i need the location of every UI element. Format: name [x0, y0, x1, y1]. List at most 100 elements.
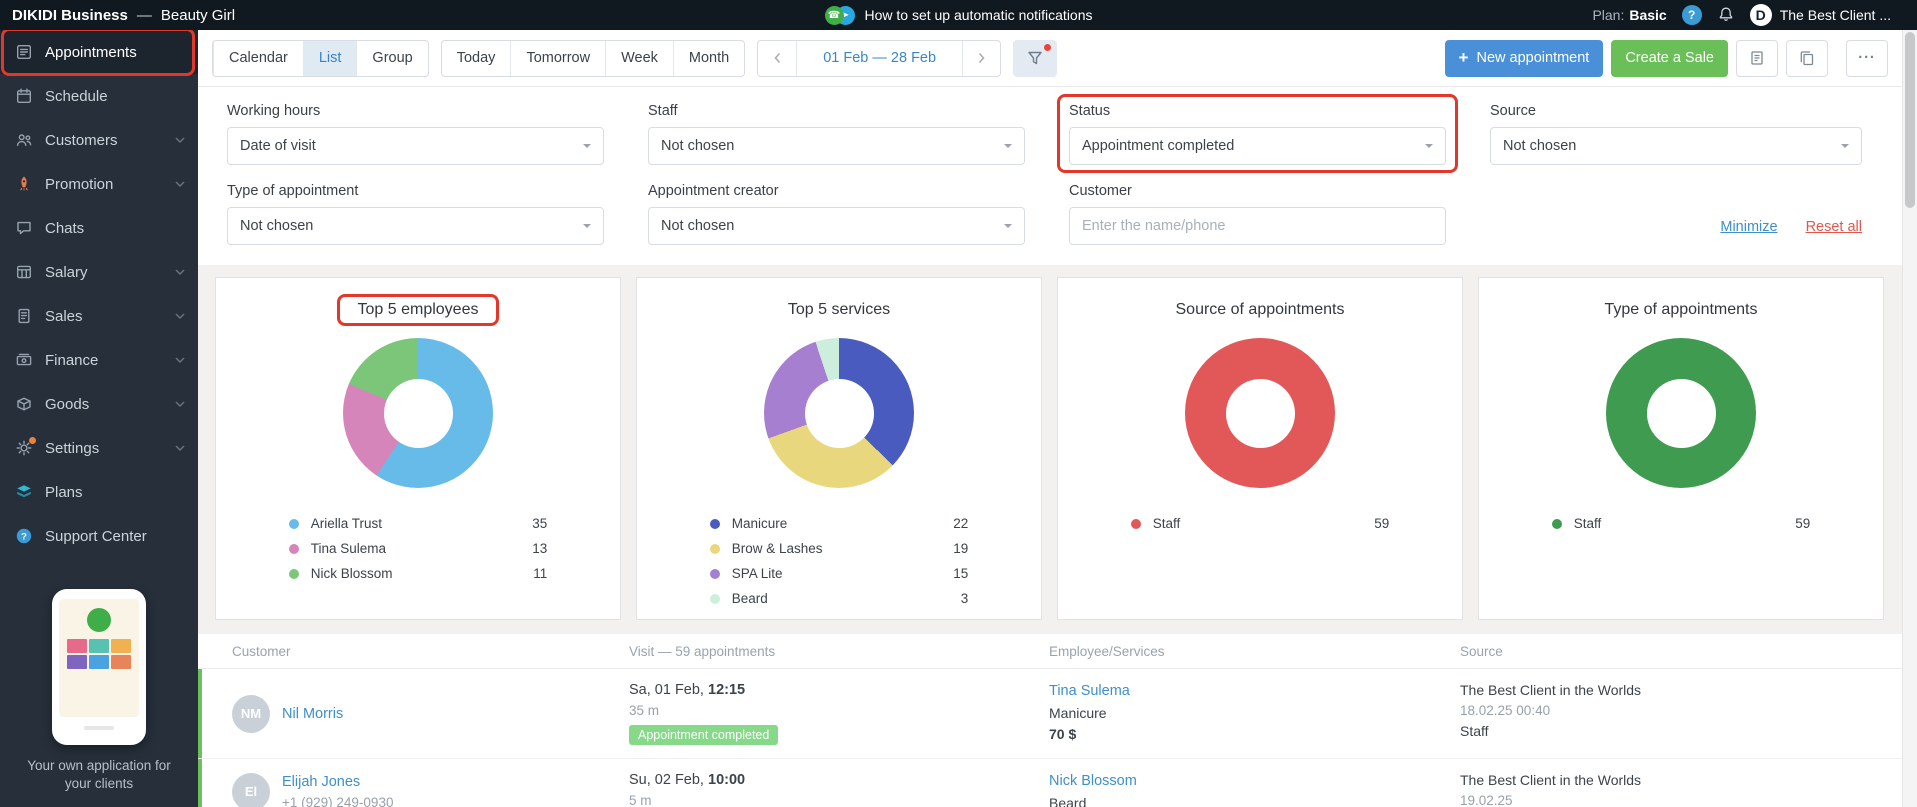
status-select[interactable]: Appointment completed — [1069, 127, 1446, 165]
phone-screen — [59, 598, 139, 717]
chart-title: Type of appointments — [1604, 301, 1758, 318]
source-cell: The Best Client in the Worlds 18.02.25 0… — [1460, 682, 1902, 745]
source-select[interactable]: Not chosen — [1490, 127, 1862, 165]
filter-label: Staff — [648, 103, 678, 119]
chevron-down-icon — [175, 401, 185, 407]
sidebar-item-schedule[interactable]: Schedule — [0, 74, 198, 118]
bell-icon[interactable] — [1717, 6, 1735, 24]
customer-phone: +1 (929) 249-0930 — [282, 795, 394, 807]
donut-chart-employees — [343, 338, 493, 488]
vertical-scrollbar[interactable] — [1902, 30, 1917, 807]
chart-card-top-services: Top 5 services Manicure 22 Brow & Lashes 1… — [636, 277, 1042, 620]
tab-list[interactable]: List — [302, 40, 357, 76]
create-sale-button[interactable]: Create a Sale — [1611, 39, 1728, 77]
sidebar-item-appointments[interactable]: Appointments — [0, 28, 198, 76]
chevron-down-icon — [175, 445, 185, 451]
account-name: The Best Client ... — [1779, 7, 1891, 23]
reset-all-link[interactable]: Reset all — [1806, 219, 1862, 235]
sidebar-item-plans[interactable]: Plans — [0, 470, 198, 514]
legend-item[interactable]: Manicure 22 — [709, 511, 968, 536]
legend-item[interactable]: Tina Sulema 13 — [288, 536, 547, 561]
help-icon[interactable]: ? — [1681, 5, 1702, 25]
legend-item[interactable]: Staff 59 — [1551, 511, 1810, 536]
source-name: The Best Client in the Worlds — [1460, 772, 1642, 788]
app-logo-circle — [87, 607, 111, 632]
staff-select[interactable]: Not chosen — [648, 127, 1025, 165]
date-range-label[interactable]: 01 Feb — 28 Feb — [796, 40, 962, 76]
filter-working-hours: Working hours Date of visit — [227, 103, 604, 165]
sidebar-item-customers[interactable]: Customers — [0, 118, 198, 162]
journal-button[interactable] — [1736, 39, 1778, 77]
col-customer: Customer — [232, 644, 291, 659]
avatar: El — [232, 772, 270, 807]
source-channel: Staff — [1460, 723, 1489, 739]
sidebar-item-salary[interactable]: Salary — [0, 250, 198, 294]
sidebar-item-sales[interactable]: Sales — [0, 294, 198, 338]
sidebar-item-promotion[interactable]: Promotion — [0, 162, 198, 206]
sidebar-label: Salary — [45, 263, 88, 281]
prev-period-button[interactable] — [758, 41, 796, 76]
scrollbar-thumb[interactable] — [1905, 32, 1915, 208]
legend-item[interactable]: Staff 59 — [1130, 511, 1389, 536]
chart-legend: Ariella Trust 35 Tina Sulema 13 Nick Bloss… — [288, 511, 547, 586]
employee-link[interactable]: Nick Blossom — [1049, 773, 1137, 789]
range-month[interactable]: Month — [672, 40, 744, 76]
plans-layers-icon — [14, 483, 34, 501]
table-header: Customer Visit — 59 appointments Employe… — [198, 634, 1902, 669]
sidebar-item-chats[interactable]: Chats — [0, 206, 198, 250]
filter-active-dot — [1044, 43, 1052, 51]
topbar-notice[interactable]: ☎ ➤ How to set up automatic notification… — [824, 5, 1093, 25]
sidebar-item-finance[interactable]: Finance — [0, 338, 198, 382]
table-row[interactable]: El Elijah Jones +1 (929) 249-0930 Su, 02… — [198, 759, 1902, 807]
customer-link[interactable]: Nil Morris — [282, 706, 343, 722]
customer-link[interactable]: Elijah Jones — [282, 774, 360, 790]
notice-text[interactable]: How to set up automatic notifications — [864, 7, 1092, 23]
next-period-button[interactable] — [962, 40, 1000, 76]
filter-button[interactable] — [1013, 39, 1058, 77]
sidebar-label: Plans — [45, 483, 83, 501]
creator-select[interactable]: Not chosen — [648, 207, 1025, 245]
copy-icon — [1800, 51, 1814, 66]
new-appointment-button[interactable]: + New appointment — [1444, 39, 1604, 77]
customer-search-input[interactable] — [1069, 207, 1446, 245]
tab-calendar[interactable]: Calendar — [213, 40, 303, 76]
gear-icon — [14, 437, 36, 457]
tab-group[interactable]: Group — [356, 40, 427, 76]
sales-receipt-icon — [14, 307, 34, 325]
legend-item[interactable]: Nick Blossom 11 — [288, 561, 547, 586]
employee-link[interactable]: Tina Sulema — [1049, 683, 1130, 699]
topbar: DIKIDI Business — Beauty Girl ☎ ➤ How to… — [0, 0, 1917, 30]
minimize-link[interactable]: Minimize — [1720, 219, 1777, 235]
app-brand: DIKIDI Business — [12, 6, 128, 24]
legend-item[interactable]: SPA Lite 15 — [709, 561, 968, 586]
sidebar-label: Appointments — [45, 43, 137, 61]
company-name: Beauty Girl — [160, 6, 236, 24]
sidebar-label: Finance — [45, 351, 99, 369]
schedule-icon — [14, 87, 34, 105]
filter-label: Type of appointment — [227, 183, 359, 199]
sidebar-item-support-center[interactable]: ? Support Center — [0, 514, 198, 558]
phone-home-bar — [84, 725, 114, 730]
date-navigator: 01 Feb — 28 Feb — [757, 39, 1002, 77]
range-week[interactable]: Week — [605, 40, 673, 76]
chart-title: Top 5 services — [787, 301, 891, 318]
legend-dot — [709, 568, 720, 579]
range-tomorrow[interactable]: Tomorrow — [510, 40, 605, 76]
source-datetime: 19.02.25 — [1460, 793, 1513, 807]
account-logo: D — [1749, 4, 1772, 26]
range-today[interactable]: Today — [442, 41, 511, 76]
brand-block: DIKIDI Business — Beauty Girl — [0, 7, 235, 24]
sidebar-item-goods[interactable]: Goods — [0, 382, 198, 426]
account-menu[interactable]: D The Best Client ... — [1749, 4, 1891, 26]
legend-dot — [288, 568, 299, 579]
sidebar-item-settings[interactable]: Settings — [0, 426, 198, 470]
legend-item[interactable]: Ariella Trust 35 — [288, 511, 547, 536]
working-hours-select[interactable]: Date of visit — [227, 127, 604, 165]
legend-item[interactable]: Brow & Lashes 19 — [709, 536, 968, 561]
copy-documents-button[interactable] — [1786, 39, 1828, 77]
document-icon — [1751, 51, 1763, 65]
type-select[interactable]: Not chosen — [227, 207, 604, 245]
table-row[interactable]: NM Nil Morris Sa, 01 Feb, 12:15 35 m App… — [198, 669, 1902, 759]
legend-item[interactable]: Beard 3 — [709, 586, 968, 611]
more-options-button[interactable]: ··· — [1846, 39, 1888, 77]
